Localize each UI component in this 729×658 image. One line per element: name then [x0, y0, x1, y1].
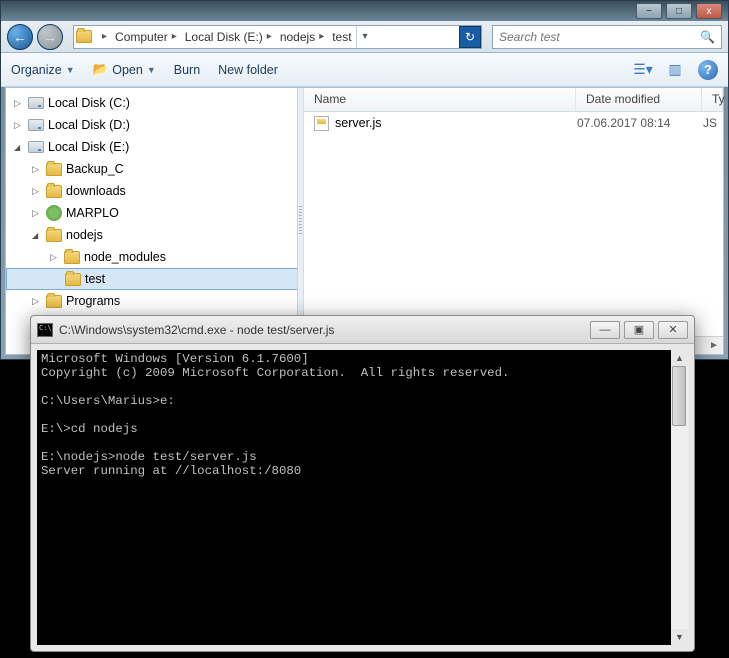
- tree-item-label: downloads: [66, 184, 126, 198]
- tree-item-label: Local Disk (D:): [48, 118, 130, 132]
- address-dropdown[interactable]: ▾: [356, 26, 374, 48]
- search-icon[interactable]: 🔍: [700, 30, 715, 44]
- drive-icon: [28, 97, 44, 109]
- js-file-icon: [314, 116, 329, 131]
- preview-pane-button[interactable]: ▥: [666, 62, 684, 78]
- tree-item-label: Local Disk (C:): [48, 96, 130, 110]
- maximize-button[interactable]: □: [666, 3, 692, 19]
- cmd-titlebar[interactable]: C:\Windows\system32\cmd.exe - node test/…: [31, 316, 694, 344]
- explorer-titlebar[interactable]: − □ x: [1, 1, 728, 21]
- search-input[interactable]: [499, 30, 700, 44]
- column-headers[interactable]: Name Date modified Ty: [304, 88, 723, 112]
- breadcrumb-local-disk-e[interactable]: Local Disk (E:)▸: [181, 26, 276, 48]
- tree-item-marplo[interactable]: MARPLO: [6, 202, 303, 224]
- cmd-minimize-button[interactable]: —: [590, 321, 620, 339]
- cmd-output: Microsoft Windows [Version 6.1.7600] Cop…: [37, 350, 688, 480]
- breadcrumb-computer[interactable]: Computer▸: [111, 26, 181, 48]
- tree-item-label: Programs: [66, 294, 120, 308]
- tree-item-label: test: [85, 272, 105, 286]
- cmd-scroll-thumb[interactable]: [672, 366, 686, 426]
- breadcrumb-test[interactable]: test: [328, 26, 355, 48]
- cmd-close-button[interactable]: ✕: [658, 321, 688, 339]
- tree-item-local-disk-d-[interactable]: Local Disk (D:): [6, 114, 303, 136]
- tree-item-label: Backup_C: [66, 162, 124, 176]
- refresh-button[interactable]: ↻: [459, 26, 481, 48]
- organize-button[interactable]: Organize▼: [11, 63, 75, 77]
- open-button[interactable]: 📂Open▼: [93, 62, 156, 77]
- tree-item-test[interactable]: test: [6, 268, 303, 290]
- cmd-window: C:\Windows\system32\cmd.exe - node test/…: [30, 315, 695, 652]
- tree-item-backup-c[interactable]: Backup_C: [6, 158, 303, 180]
- close-button[interactable]: x: [696, 3, 722, 19]
- tree-item-label: Local Disk (E:): [48, 140, 129, 154]
- drive-icon: [28, 141, 44, 153]
- folder-icon: [46, 229, 62, 242]
- cmd-scroll-down[interactable]: ▼: [671, 629, 688, 645]
- file-list[interactable]: server.js 07.06.2017 08:14JS: [304, 112, 723, 336]
- forward-button[interactable]: →: [37, 24, 63, 50]
- folder-icon: [74, 30, 94, 43]
- folder-icon: [65, 273, 81, 286]
- folder-icon: [64, 251, 80, 264]
- crumb-chevron[interactable]: ▸: [94, 26, 111, 48]
- view-options-button[interactable]: ☰▾: [634, 62, 652, 78]
- explorer-window: − □ x ← → ▸ Computer▸ Local Disk (E:)▸ n…: [0, 0, 729, 360]
- column-date[interactable]: Date modified: [576, 88, 702, 111]
- marplo-icon: [46, 205, 62, 221]
- cmd-body[interactable]: Microsoft Windows [Version 6.1.7600] Cop…: [37, 350, 688, 645]
- tree-item-downloads[interactable]: downloads: [6, 180, 303, 202]
- folder-tree[interactable]: Local Disk (C:) Local Disk (D:) Local Disk…: [6, 88, 303, 316]
- cmd-scrollbar[interactable]: ▲ ▼: [671, 350, 688, 645]
- new-folder-button[interactable]: New folder: [218, 63, 278, 77]
- minimize-button[interactable]: −: [636, 3, 662, 19]
- tree-item-label: nodejs: [66, 228, 103, 242]
- cmd-maximize-button[interactable]: ▣: [624, 321, 654, 339]
- file-row[interactable]: server.js 07.06.2017 08:14JS: [304, 112, 723, 134]
- tree-item-label: node_modules: [84, 250, 166, 264]
- tree-item-label: MARPLO: [66, 206, 119, 220]
- help-button[interactable]: ?: [698, 60, 718, 80]
- search-box[interactable]: 🔍: [492, 25, 722, 49]
- cmd-icon: [37, 323, 53, 337]
- file-name: server.js: [335, 116, 382, 130]
- folder-icon: [46, 295, 62, 308]
- breadcrumb-nodejs[interactable]: nodejs▸: [276, 26, 328, 48]
- file-date: 07.06.2017 08:14: [577, 116, 703, 130]
- tree-item-local-disk-e-[interactable]: Local Disk (E:): [6, 136, 303, 158]
- toolbar: Organize▼ 📂Open▼ Burn New folder ☰▾ ▥ ?: [1, 53, 728, 87]
- column-name[interactable]: Name: [304, 88, 576, 111]
- tree-item-programs[interactable]: Programs: [6, 290, 303, 312]
- drive-icon: [28, 119, 44, 131]
- back-button[interactable]: ←: [7, 24, 33, 50]
- tree-item-local-disk-c-[interactable]: Local Disk (C:): [6, 92, 303, 114]
- cmd-title-text: C:\Windows\system32\cmd.exe - node test/…: [59, 323, 584, 337]
- folder-icon: [46, 185, 62, 198]
- tree-item-node-modules[interactable]: node_modules: [6, 246, 303, 268]
- burn-button[interactable]: Burn: [174, 63, 200, 77]
- file-type: JS: [703, 116, 723, 130]
- column-type[interactable]: Ty: [702, 88, 723, 111]
- address-bar[interactable]: ▸ Computer▸ Local Disk (E:)▸ nodejs▸ tes…: [73, 25, 482, 49]
- cmd-scroll-up[interactable]: ▲: [671, 350, 688, 366]
- scroll-right-button[interactable]: ►: [705, 338, 723, 354]
- folder-icon: [46, 163, 62, 176]
- tree-item-nodejs[interactable]: nodejs: [6, 224, 303, 246]
- nav-bar: ← → ▸ Computer▸ Local Disk (E:)▸ nodejs▸…: [1, 21, 728, 53]
